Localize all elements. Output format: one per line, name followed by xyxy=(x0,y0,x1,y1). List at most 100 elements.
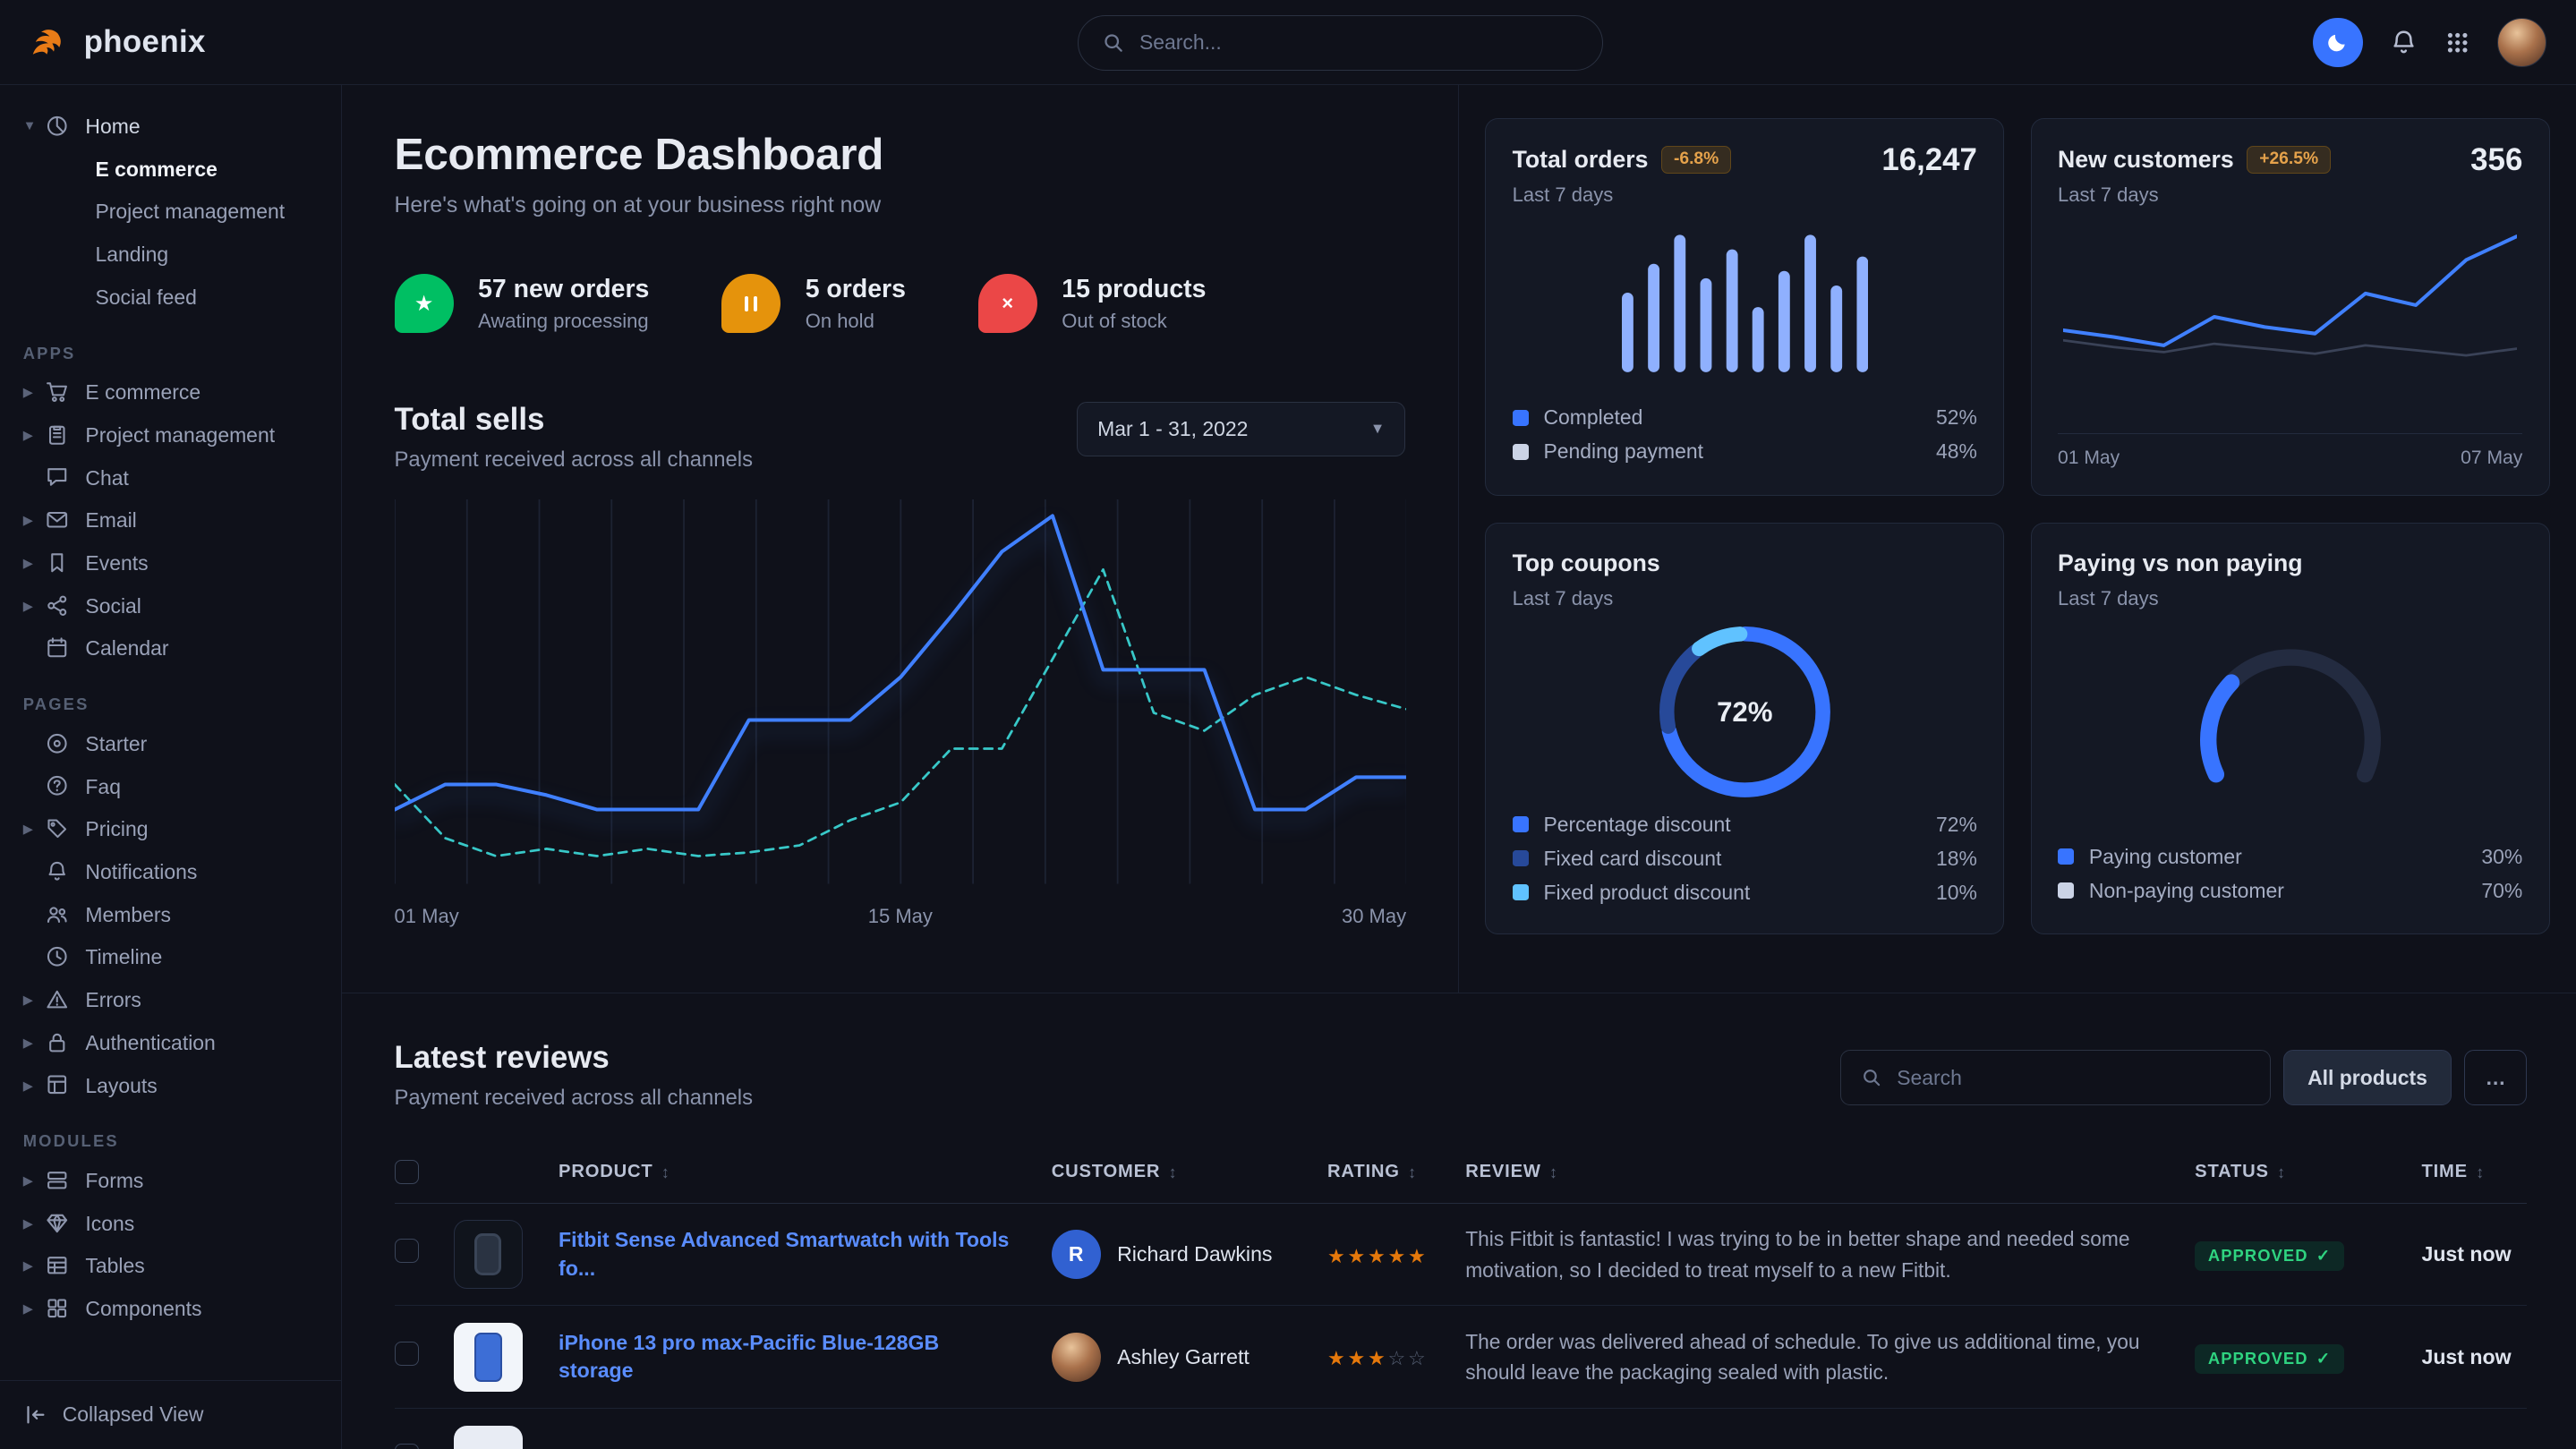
customer-avatar[interactable]: R xyxy=(1052,1230,1101,1279)
sidebar-item-label: Calendar xyxy=(85,636,168,661)
latest-reviews-section: Latest reviews Payment received across a… xyxy=(342,993,2576,1448)
apps-grid-icon[interactable] xyxy=(2444,30,2470,55)
sidebar-item-chat[interactable]: Chat xyxy=(0,456,341,499)
status-badge: APPROVED✓ xyxy=(2195,1344,2344,1374)
sidebar-item-events[interactable]: ▶Events xyxy=(0,542,341,585)
sidebar-item-label: Email xyxy=(85,508,136,533)
column-header-review[interactable]: REVIEW↕ xyxy=(1465,1162,2195,1182)
caret-right-icon: ▶ xyxy=(23,1258,45,1274)
product-link[interactable]: Fitbit Sense Advanced Smartwatch with To… xyxy=(559,1226,1052,1282)
column-header-rating[interactable]: RATING↕ xyxy=(1327,1162,1465,1182)
sidebar-item-label: Home xyxy=(85,115,140,139)
sidebar-item-members[interactable]: Members xyxy=(0,893,341,936)
caret-right-icon: ▶ xyxy=(23,599,45,614)
caret-right-icon: ▶ xyxy=(23,513,45,528)
all-products-button[interactable]: All products xyxy=(2283,1050,2451,1105)
sidebar-item-authentication[interactable]: ▶Authentication xyxy=(0,1022,341,1065)
customer-avatar[interactable] xyxy=(1052,1333,1101,1382)
sidebar-item-layouts[interactable]: ▶Layouts xyxy=(0,1064,341,1107)
product-thumbnail[interactable] xyxy=(454,1323,523,1392)
sidebar-item-landing[interactable]: Landing xyxy=(0,234,341,277)
layout-icon xyxy=(45,1072,71,1098)
dashboard-left-column: Ecommerce Dashboard Here's what's going … xyxy=(342,85,1459,993)
card-period: Last 7 days xyxy=(2058,587,2522,610)
sidebar-item-forms[interactable]: ▶Forms xyxy=(0,1160,341,1203)
row-checkbox[interactable] xyxy=(395,1342,420,1367)
sidebar-item-e-commerce[interactable]: E commerce xyxy=(0,148,341,191)
search-placeholder: Search... xyxy=(1139,30,1222,55)
sidebar-item-label: Forms xyxy=(85,1169,143,1193)
sort-icon: ↕ xyxy=(1408,1163,1417,1182)
select-all-checkbox[interactable] xyxy=(395,1160,420,1185)
caret-right-icon: ▶ xyxy=(23,556,45,571)
pie-icon xyxy=(45,114,71,140)
sort-icon: ↕ xyxy=(2277,1163,2286,1182)
brand[interactable]: phoenix xyxy=(26,20,205,64)
sidebar-item-project-management[interactable]: Project management xyxy=(0,191,341,234)
product-thumbnail[interactable] xyxy=(454,1220,523,1289)
sidebar-item-starter[interactable]: Starter xyxy=(0,722,341,765)
global-search-input[interactable]: Search... xyxy=(1078,15,1603,71)
sidebar-item-components[interactable]: ▶Components xyxy=(0,1288,341,1331)
sidebar-item-label: Chat xyxy=(85,466,128,490)
row-checkbox[interactable] xyxy=(395,1444,420,1449)
sidebar-item-label: Project management xyxy=(85,423,275,447)
sidebar-item-email[interactable]: ▶ Email xyxy=(0,499,341,542)
more-options-button[interactable]: … xyxy=(2464,1050,2527,1105)
legend-item-paying-customer: Paying customer30% xyxy=(2058,840,2522,874)
legend-swatch xyxy=(1513,816,1529,832)
legend-item-pending-payment: Pending payment48% xyxy=(1513,435,1977,469)
sidebar-item-social[interactable]: ▶Social xyxy=(0,584,341,627)
calendar-icon xyxy=(45,635,71,661)
paying-gauge-chart xyxy=(2151,635,2430,792)
sidebar-item-e-commerce[interactable]: ▶E commerce xyxy=(0,371,341,414)
sidebar-item-label: Errors xyxy=(85,988,141,1012)
sidebar-item-timeline[interactable]: Timeline xyxy=(0,936,341,979)
sidebar-item-notifications[interactable]: Notifications xyxy=(0,851,341,894)
product-thumbnail[interactable] xyxy=(454,1426,523,1449)
caret-right-icon: ▶ xyxy=(23,993,45,1008)
sort-icon: ↕ xyxy=(1549,1163,1558,1182)
sidebar-item-project-management[interactable]: ▶Project management xyxy=(0,413,341,456)
caret-down-icon: ▼ xyxy=(23,119,45,133)
caret-right-icon: ▶ xyxy=(23,1216,45,1232)
legend-value: 70% xyxy=(2481,879,2522,903)
sidebar-item-icons[interactable]: ▶Icons xyxy=(0,1202,341,1245)
sort-icon: ↕ xyxy=(2476,1163,2485,1182)
review-text: This Fitbit is fantastic! I was trying t… xyxy=(1465,1223,2195,1284)
sidebar-item-pricing[interactable]: ▶Pricing xyxy=(0,808,341,851)
column-header-customer[interactable]: CUSTOMER↕ xyxy=(1052,1162,1327,1182)
collapsed-view-button[interactable]: Collapsed View xyxy=(0,1380,341,1449)
caret-right-icon: ▶ xyxy=(23,385,45,400)
row-checkbox[interactable] xyxy=(395,1239,420,1264)
moon-icon xyxy=(2325,30,2350,55)
column-label: CUSTOMER xyxy=(1052,1162,1161,1182)
sidebar-item-errors[interactable]: ▶ Errors xyxy=(0,979,341,1022)
stat-caption: Out of stock xyxy=(1062,310,1206,333)
dashboard-right-column: Total orders -6.8% Last 7 days 16,247 Co… xyxy=(1459,85,2576,993)
column-header-product[interactable]: PRODUCT↕ xyxy=(559,1162,1052,1182)
total-orders-value: 16,247 xyxy=(1881,142,1977,178)
caret-right-icon: ▶ xyxy=(23,822,45,837)
total-orders-bar-chart xyxy=(1622,221,1868,372)
product-link[interactable]: iPhone 13 pro max-Pacific Blue-128GB sto… xyxy=(559,1329,1052,1385)
notifications-bell-icon[interactable] xyxy=(2389,28,2418,57)
caret-right-icon: ▶ xyxy=(23,1301,45,1317)
sidebar-item-home[interactable]: ▼ Home xyxy=(0,105,341,148)
legend-label: Non-paying customer xyxy=(2089,879,2284,903)
total-orders-card: Total orders -6.8% Last 7 days 16,247 Co… xyxy=(1485,118,2004,496)
date-range-select[interactable]: Mar 1 - 31, 2022 ▼ xyxy=(1077,402,1405,456)
sidebar-item-faq[interactable]: Faq xyxy=(0,765,341,808)
legend-label: Percentage discount xyxy=(1543,813,1730,837)
column-header-status[interactable]: STATUS↕ xyxy=(2195,1162,2421,1182)
column-header-time[interactable]: TIME↕ xyxy=(2421,1162,2527,1182)
sidebar-item-social-feed[interactable]: Social feed xyxy=(0,276,341,319)
users-icon xyxy=(45,902,71,928)
reviews-search-input[interactable]: Search xyxy=(1840,1050,2271,1105)
sidebar-section-apps: APPS xyxy=(0,344,341,363)
theme-toggle-button[interactable] xyxy=(2313,18,2362,67)
sidebar-section-modules: MODULES xyxy=(0,1131,341,1151)
user-avatar[interactable] xyxy=(2497,18,2546,67)
sidebar-item-tables[interactable]: ▶Tables xyxy=(0,1245,341,1288)
sidebar-item-calendar[interactable]: Calendar xyxy=(0,627,341,670)
